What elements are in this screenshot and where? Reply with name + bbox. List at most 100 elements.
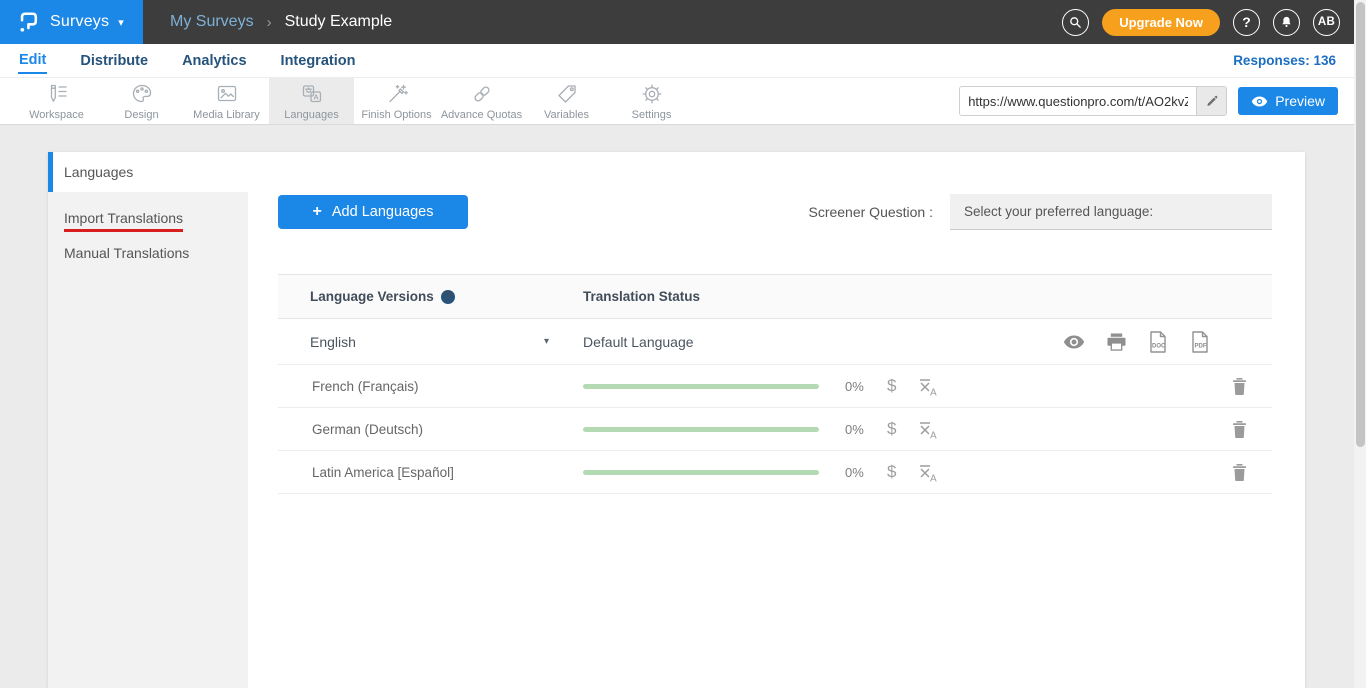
sidebar-item-manual-translations[interactable]: Manual Translations — [64, 239, 248, 268]
export-pdf-button[interactable]: PDF — [1190, 331, 1210, 353]
paid-translation-icon[interactable]: $ — [887, 376, 896, 396]
toolbar-label: Advance Quotas — [441, 109, 522, 121]
language-dropdown-caret-icon[interactable]: ▾ — [544, 336, 549, 347]
tab-distribute[interactable]: Distribute — [79, 48, 149, 73]
svg-text:A: A — [930, 473, 937, 483]
questionpro-logo-icon — [17, 9, 39, 35]
doc-file-icon: DOC — [1148, 331, 1168, 353]
breadcrumb-my-surveys[interactable]: My Surveys — [170, 13, 254, 31]
language-name: French (Français) — [310, 379, 419, 394]
language-name-cell: Latin America [Español] — [278, 465, 583, 480]
toolbar-item-finish-options[interactable]: Finish Options — [354, 78, 439, 124]
delete-language-button[interactable] — [1232, 378, 1247, 395]
add-languages-label: Add Languages — [332, 204, 434, 220]
toolbar-item-advance-quotas[interactable]: Advance Quotas — [439, 78, 524, 124]
screener-question-group: Screener Question : Select your preferre… — [808, 194, 1272, 230]
sidebar-list: Import Translations Manual Translations — [48, 192, 248, 688]
upgrade-now-button[interactable]: Upgrade Now — [1102, 9, 1220, 36]
top-header: Surveys ▾ My Surveys › Study Example Upg… — [0, 0, 1366, 44]
auto-translate-icon[interactable]: A — [917, 376, 939, 397]
print-button[interactable] — [1107, 333, 1126, 351]
product-menu[interactable]: Surveys ▾ — [0, 0, 143, 44]
user-avatar[interactable]: AB — [1313, 9, 1340, 36]
table-row-french: French (Français) 0% $ A — [278, 365, 1272, 408]
trash-icon — [1232, 421, 1247, 438]
pdf-file-icon: PDF — [1190, 331, 1210, 353]
survey-url-input[interactable] — [960, 87, 1196, 115]
paid-translation-icon[interactable]: $ — [887, 462, 896, 482]
survey-nav-tabs: Edit Distribute Analytics Integration Re… — [0, 44, 1366, 77]
language-status-cell: 0% $ A — [583, 419, 1272, 440]
scrollbar-thumb[interactable] — [1356, 2, 1365, 447]
auto-translate-icon[interactable]: A — [917, 419, 939, 440]
responses-count[interactable]: Responses: 136 — [1233, 53, 1336, 68]
toolbar-right: Preview — [959, 78, 1338, 124]
svg-text:DOC: DOC — [1152, 343, 1166, 349]
tab-edit[interactable]: Edit — [18, 47, 47, 74]
variables-icon — [555, 82, 579, 106]
sidebar-section-languages[interactable]: Languages — [48, 152, 248, 192]
table-row-default-language: English ▾ Default Language — [278, 319, 1272, 365]
column-language-versions: Language Versions ? — [278, 289, 583, 304]
workspace-icon — [45, 82, 69, 106]
survey-url-box — [959, 86, 1227, 116]
help-button[interactable]: ? — [1233, 9, 1260, 36]
delete-language-button[interactable] — [1232, 464, 1247, 481]
toolbar-item-workspace[interactable]: Workspace — [14, 78, 99, 124]
page-scrollbar[interactable] — [1354, 0, 1366, 688]
language-name: Latin America [Español] — [310, 465, 454, 480]
translation-progress-bar — [583, 470, 819, 475]
toolbar-item-variables[interactable]: Variables — [524, 78, 609, 124]
language-versions-table: Language Versions ? Translation Status E… — [278, 274, 1272, 494]
tab-analytics[interactable]: Analytics — [181, 48, 247, 73]
toolbar-item-settings[interactable]: Settings — [609, 78, 694, 124]
table-row-latin-america: Latin America [Español] 0% $ — [278, 451, 1272, 494]
preview-button[interactable]: Preview — [1238, 87, 1338, 115]
toolbar-label: Finish Options — [361, 109, 431, 121]
eye-icon — [1251, 96, 1268, 107]
settings-icon — [640, 82, 664, 106]
translation-status-header: Translation Status — [583, 289, 700, 304]
language-status-cell: 0% $ A — [583, 376, 1272, 397]
languages-sidebar: Languages Import Translations Manual Tra… — [48, 152, 248, 688]
toolbar-item-media-library[interactable]: Media Library — [184, 78, 269, 124]
column-translation-status: Translation Status — [583, 289, 1272, 304]
search-button[interactable] — [1062, 9, 1089, 36]
add-languages-button[interactable]: + Add Languages — [278, 195, 468, 229]
language-name-cell: French (Français) — [278, 379, 583, 394]
sidebar-item-import-translations[interactable]: Import Translations — [64, 204, 248, 239]
tab-integration[interactable]: Integration — [280, 48, 357, 73]
plus-icon: + — [313, 203, 322, 221]
language-versions-help-icon[interactable]: ? — [441, 290, 455, 304]
paid-translation-icon[interactable]: $ — [887, 419, 896, 439]
main-content: Languages Import Translations Manual Tra… — [0, 125, 1366, 688]
language-status-cell: 0% $ A — [583, 462, 1272, 483]
delete-language-button[interactable] — [1232, 421, 1247, 438]
edit-url-button[interactable] — [1196, 87, 1226, 115]
svg-text:A: A — [930, 387, 937, 397]
header-actions: Upgrade Now ? AB — [1062, 0, 1340, 44]
export-doc-button[interactable]: DOC — [1148, 331, 1168, 353]
screener-question-select[interactable]: Select your preferred language: — [950, 194, 1272, 230]
default-language-status: Default Language — [583, 334, 694, 350]
edit-toolbar: Workspace Design Media Library A Languag… — [0, 77, 1366, 125]
trash-icon — [1232, 378, 1247, 395]
table-header-row: Language Versions ? Translation Status — [278, 274, 1272, 319]
auto-translate-icon[interactable]: A — [917, 462, 939, 483]
bell-icon — [1279, 15, 1294, 30]
view-button[interactable] — [1063, 335, 1085, 349]
translation-percent: 0% — [845, 379, 873, 394]
notifications-button[interactable] — [1273, 9, 1300, 36]
toolbar-item-design[interactable]: Design — [99, 78, 184, 124]
trash-icon — [1232, 464, 1247, 481]
toolbar-label: Languages — [284, 109, 338, 121]
translation-percent: 0% — [845, 465, 873, 480]
svg-text:A: A — [930, 430, 937, 440]
toolbar-label: Variables — [544, 109, 589, 121]
chevron-down-icon: ▾ — [118, 16, 124, 29]
toolbar-item-languages[interactable]: A Languages — [269, 78, 354, 124]
svg-text:PDF: PDF — [1195, 343, 1207, 349]
manual-translations-label: Manual Translations — [64, 245, 189, 261]
screener-question-label: Screener Question : — [808, 204, 933, 220]
product-name: Surveys — [50, 13, 109, 31]
